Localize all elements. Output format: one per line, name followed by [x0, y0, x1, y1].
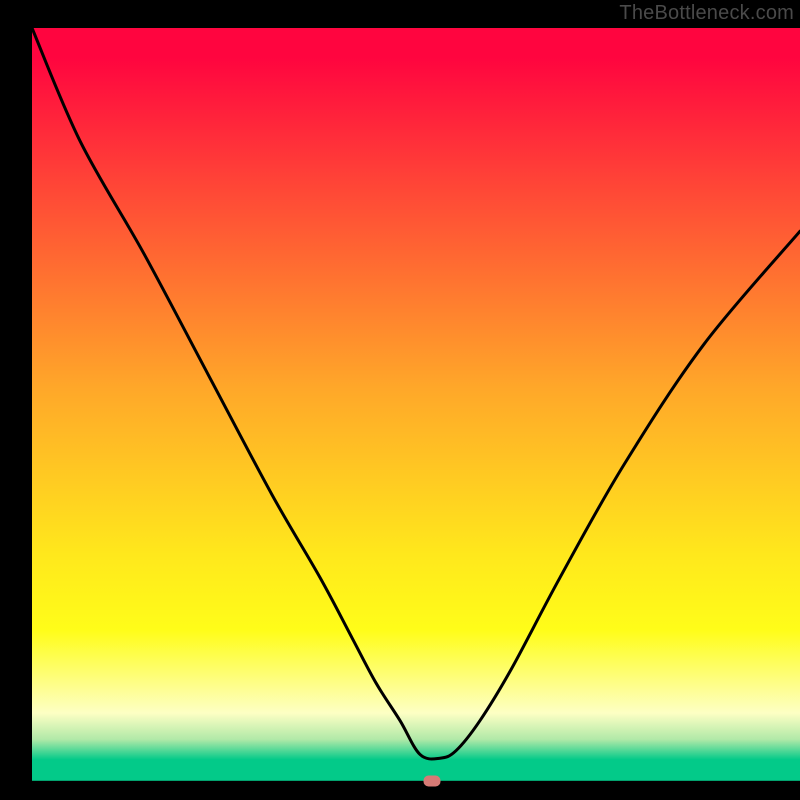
- watermark-text: TheBottleneck.com: [619, 2, 794, 25]
- optimal-marker: [424, 775, 441, 786]
- bottleneck-chart: [0, 0, 800, 800]
- plot-background: [32, 28, 800, 781]
- chart-frame: TheBottleneck.com: [0, 0, 800, 800]
